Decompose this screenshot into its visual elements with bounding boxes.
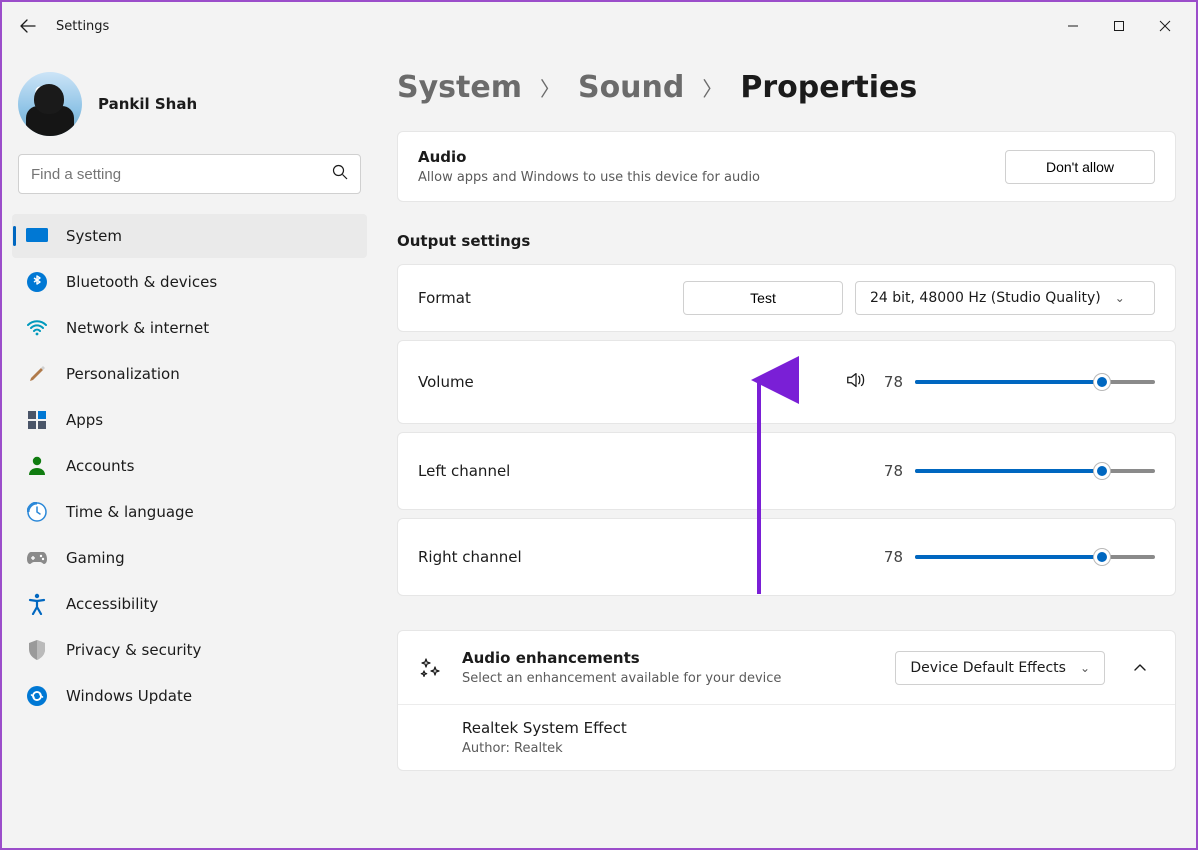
wifi-icon xyxy=(26,317,48,339)
update-icon xyxy=(26,685,48,707)
left-channel-value: 78 xyxy=(879,462,903,480)
volume-slider[interactable] xyxy=(915,372,1155,392)
main-content: System 〉 Sound 〉 Properties Audio Allow … xyxy=(377,50,1196,848)
sidebar-item-personalization[interactable]: Personalization xyxy=(12,352,367,396)
sidebar-item-label: Network & internet xyxy=(66,319,209,337)
format-select[interactable]: 24 bit, 48000 Hz (Studio Quality) ⌄ xyxy=(855,281,1155,315)
sparkle-icon xyxy=(418,656,442,680)
volume-label: Volume xyxy=(418,373,474,391)
shield-icon xyxy=(26,639,48,661)
format-card: Format Test 24 bit, 48000 Hz (Studio Qua… xyxy=(397,264,1176,332)
search-icon xyxy=(332,164,348,184)
chevron-down-icon: ⌄ xyxy=(1115,291,1125,305)
breadcrumb: System 〉 Sound 〉 Properties xyxy=(397,50,1176,131)
enhancements-title: Audio enhancements xyxy=(462,649,781,667)
left-channel-slider[interactable] xyxy=(915,461,1155,481)
minimize-button[interactable] xyxy=(1050,10,1096,42)
sidebar-item-privacy[interactable]: Privacy & security xyxy=(12,628,367,672)
titlebar: Settings xyxy=(2,2,1196,50)
apps-icon xyxy=(26,409,48,431)
enhancements-select[interactable]: Device Default Effects ⌄ xyxy=(895,651,1105,685)
sidebar-item-label: Apps xyxy=(66,411,103,429)
left-channel-label: Left channel xyxy=(418,462,510,480)
sidebar-item-time[interactable]: Time & language xyxy=(12,490,367,534)
right-channel-label: Right channel xyxy=(418,548,522,566)
left-channel-card: Left channel 78 xyxy=(397,432,1176,510)
speaker-icon[interactable] xyxy=(845,369,867,395)
arrow-left-icon xyxy=(20,18,36,34)
enhancements-card: Audio enhancements Select an enhancement… xyxy=(397,630,1176,771)
enhancements-subtitle: Select an enhancement available for your… xyxy=(462,671,781,686)
minimize-icon xyxy=(1067,20,1079,32)
sidebar-item-accounts[interactable]: Accounts xyxy=(12,444,367,488)
audio-title: Audio xyxy=(418,148,760,166)
chevron-right-icon: 〉 xyxy=(702,73,722,102)
right-channel-card: Right channel 78 xyxy=(397,518,1176,596)
maximize-icon xyxy=(1113,20,1125,32)
effect-author: Author: Realtek xyxy=(462,741,627,756)
maximize-button[interactable] xyxy=(1096,10,1142,42)
clock-icon xyxy=(26,501,48,523)
sidebar-item-label: System xyxy=(66,227,122,245)
sidebar-item-system[interactable]: System xyxy=(12,214,367,258)
format-select-value: 24 bit, 48000 Hz (Studio Quality) xyxy=(870,290,1101,306)
right-channel-value: 78 xyxy=(879,548,903,566)
effect-title: Realtek System Effect xyxy=(462,719,627,737)
sidebar-item-gaming[interactable]: Gaming xyxy=(12,536,367,580)
output-settings-heading: Output settings xyxy=(397,232,1176,250)
sidebar-item-accessibility[interactable]: Accessibility xyxy=(12,582,367,626)
back-button[interactable] xyxy=(10,8,46,44)
volume-card: Volume 78 xyxy=(397,340,1176,424)
sidebar-item-apps[interactable]: Apps xyxy=(12,398,367,442)
sidebar-item-label: Accessibility xyxy=(66,595,158,613)
window-title: Settings xyxy=(56,19,109,34)
close-icon xyxy=(1159,20,1171,32)
audio-card: Audio Allow apps and Windows to use this… xyxy=(397,131,1176,202)
breadcrumb-current: Properties xyxy=(740,70,917,105)
sidebar-item-label: Bluetooth & devices xyxy=(66,273,217,291)
breadcrumb-system[interactable]: System xyxy=(397,70,522,105)
nav-list: System Bluetooth & devices Network & int… xyxy=(12,214,367,718)
sidebar-item-bluetooth[interactable]: Bluetooth & devices xyxy=(12,260,367,304)
dont-allow-button[interactable]: Don't allow xyxy=(1005,150,1155,184)
bluetooth-icon xyxy=(26,271,48,293)
search-box[interactable] xyxy=(18,154,361,194)
gamepad-icon xyxy=(26,547,48,569)
system-icon xyxy=(26,225,48,247)
expand-toggle[interactable] xyxy=(1125,661,1155,675)
chevron-up-icon xyxy=(1133,661,1147,675)
volume-value: 78 xyxy=(879,373,903,391)
right-channel-slider[interactable] xyxy=(915,547,1155,567)
accessibility-icon xyxy=(26,593,48,615)
audio-subtitle: Allow apps and Windows to use this devic… xyxy=(418,170,760,185)
close-button[interactable] xyxy=(1142,10,1188,42)
sidebar-item-label: Windows Update xyxy=(66,687,192,705)
enhancements-select-value: Device Default Effects xyxy=(910,660,1066,676)
chevron-right-icon: 〉 xyxy=(540,73,560,102)
profile-block[interactable]: Pankil Shah xyxy=(12,64,367,154)
chevron-down-icon: ⌄ xyxy=(1080,661,1090,675)
sidebar-item-label: Privacy & security xyxy=(66,641,201,659)
sidebar: Pankil Shah System Bluetooth & devices N… xyxy=(2,50,377,848)
sidebar-item-label: Personalization xyxy=(66,365,180,383)
avatar xyxy=(18,72,82,136)
person-icon xyxy=(26,455,48,477)
search-input[interactable] xyxy=(31,166,332,183)
window-controls xyxy=(1050,10,1188,42)
profile-name: Pankil Shah xyxy=(98,95,197,113)
test-button[interactable]: Test xyxy=(683,281,843,315)
sidebar-item-update[interactable]: Windows Update xyxy=(12,674,367,718)
paintbrush-icon xyxy=(26,363,48,385)
breadcrumb-sound[interactable]: Sound xyxy=(578,70,684,105)
sidebar-item-label: Accounts xyxy=(66,457,134,475)
sidebar-item-label: Gaming xyxy=(66,549,125,567)
sidebar-item-label: Time & language xyxy=(66,503,194,521)
sidebar-item-network[interactable]: Network & internet xyxy=(12,306,367,350)
format-label: Format xyxy=(418,289,471,307)
